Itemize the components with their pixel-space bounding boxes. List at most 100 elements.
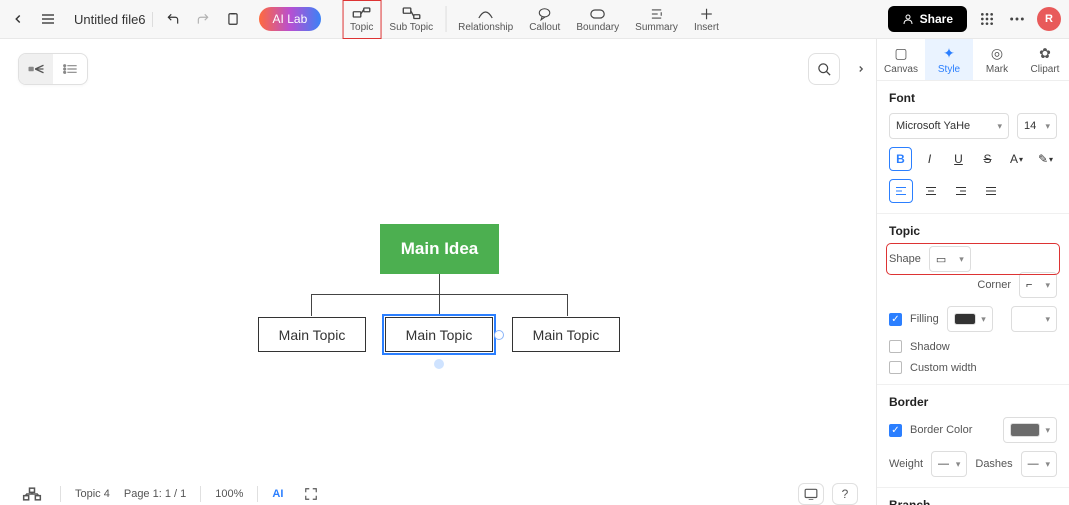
font-color-button[interactable]: A▾ [1005, 147, 1028, 171]
add-child-handle-icon[interactable] [434, 359, 444, 369]
bold-button[interactable]: B [889, 147, 912, 171]
top-toolbar: Untitled file6 AI Lab Topic Sub Topic Re… [0, 0, 1069, 39]
style-icon: ✦ [943, 45, 955, 62]
chevron-down-icon: ▾ [1045, 280, 1050, 291]
strike-button[interactable]: S [976, 147, 999, 171]
menu-icon[interactable] [38, 9, 58, 29]
apps-grid-icon[interactable] [977, 9, 997, 29]
font-family-value: Microsoft YaHe [896, 120, 970, 132]
topbar-right: Share R [888, 6, 1061, 32]
separator [445, 6, 446, 32]
status-bar-right: ? [798, 483, 858, 505]
custom-width-label: Custom width [910, 362, 977, 374]
redo-icon[interactable] [193, 9, 213, 29]
chevron-down-icon: ▾ [997, 121, 1002, 132]
more-icon[interactable] [1007, 9, 1027, 29]
topic-label: Main Topic [406, 327, 473, 343]
tab-label: Canvas [884, 64, 918, 75]
filling-style-dropdown[interactable]: ▾ [1011, 306, 1057, 332]
status-bar: Topic 4 Page 1: 1 / 1 100% AI [18, 483, 858, 505]
canvas-area[interactable]: Main Idea Main Topic Main Topic Main Top… [0, 39, 876, 505]
tool-insert[interactable]: Insert [686, 0, 727, 39]
present-icon[interactable] [798, 483, 824, 505]
topic-icon [353, 6, 371, 22]
tab-clipart[interactable]: ✿Clipart [1021, 39, 1069, 80]
ai-lab-button[interactable]: AI Lab [259, 7, 322, 31]
filling-label: Filling [910, 313, 939, 325]
tool-summary[interactable]: Summary [627, 0, 686, 39]
right-panel: ▢ Canvas ✦Style ◎ Mark ✿Clipart Font Micro… [876, 39, 1069, 505]
structure-icon[interactable] [18, 484, 46, 504]
file-title[interactable]: Untitled file6 [68, 12, 153, 27]
weight-label: Weight [889, 458, 923, 470]
topbar-left: Untitled file6 AI Lab [8, 7, 321, 31]
chevron-down-icon: ▾ [1045, 425, 1050, 436]
shadow-checkbox[interactable] [889, 340, 902, 353]
paste-icon[interactable] [223, 9, 243, 29]
dashes-dropdown[interactable]: —▾ [1021, 451, 1057, 477]
topic-node-selected[interactable]: Main Topic [385, 317, 493, 352]
shadow-label: Shadow [910, 341, 950, 353]
highlight-button[interactable]: ✎▾ [1034, 147, 1057, 171]
tool-label: Callout [529, 22, 560, 33]
topbar-tools: Topic Sub Topic Relationship Callout Bou… [342, 0, 727, 39]
main-idea-node[interactable]: Main Idea [380, 224, 499, 274]
chevron-down-icon: ▾ [1045, 121, 1050, 132]
font-family-dropdown[interactable]: Microsoft YaHe ▾ [889, 113, 1009, 139]
align-justify-button[interactable] [979, 179, 1003, 203]
chevron-down-icon: ▾ [1045, 459, 1050, 470]
topic-node[interactable]: Main Topic [512, 317, 620, 352]
chevron-down-icon: ▾ [956, 459, 961, 470]
filling-color-dropdown[interactable]: ▾ [947, 306, 993, 332]
color-swatch [1010, 423, 1040, 437]
rect-shape-icon: ▭ [936, 253, 946, 266]
back-icon[interactable] [8, 9, 28, 29]
corner-dropdown[interactable]: ⌐▾ [1019, 272, 1057, 298]
tab-style[interactable]: ✦Style [925, 39, 973, 80]
ai-button[interactable]: AI [272, 488, 283, 500]
undo-icon[interactable] [163, 9, 183, 29]
fullscreen-icon[interactable] [297, 484, 325, 504]
custom-width-checkbox[interactable] [889, 361, 902, 374]
share-button[interactable]: Share [888, 6, 967, 32]
underline-button[interactable]: U [947, 147, 970, 171]
topic-node[interactable]: Main Topic [258, 317, 366, 352]
border-color-checkbox[interactable]: ✓ [889, 424, 902, 437]
tool-subtopic[interactable]: Sub Topic [381, 0, 441, 39]
avatar[interactable]: R [1037, 7, 1061, 31]
canvas-icon: ▢ [894, 45, 907, 62]
resize-handle-icon[interactable] [494, 330, 504, 340]
separator [60, 486, 61, 502]
border-color-dropdown[interactable]: ▾ [1003, 417, 1057, 443]
align-center-button[interactable] [919, 179, 943, 203]
page-indicator: Page 1: 1 / 1 [124, 488, 186, 500]
font-size-dropdown[interactable]: 14▾ [1017, 113, 1057, 139]
tool-relationship[interactable]: Relationship [450, 0, 521, 39]
mark-icon: ◎ [991, 45, 1003, 62]
filling-checkbox[interactable]: ✓ [889, 313, 902, 326]
align-left-button[interactable] [889, 179, 913, 203]
zoom-level[interactable]: 100% [215, 488, 243, 500]
line-weight-icon: — [938, 458, 949, 470]
tool-boundary[interactable]: Boundary [568, 0, 627, 39]
tab-canvas[interactable]: ▢ Canvas [877, 39, 925, 80]
section-title: Branch [889, 498, 1057, 505]
border-color-label: Border Color [910, 424, 972, 436]
italic-button[interactable]: I [918, 147, 941, 171]
tool-topic[interactable]: Topic [342, 0, 381, 39]
align-right-button[interactable] [949, 179, 973, 203]
clipart-icon: ✿ [1039, 45, 1051, 62]
tab-mark[interactable]: ◎ Mark [973, 39, 1021, 80]
tab-label: Mark [986, 64, 1008, 75]
person-icon [902, 13, 914, 25]
chevron-down-icon: ▾ [1045, 314, 1050, 325]
help-icon[interactable]: ? [832, 483, 858, 505]
section-title: Font [889, 91, 1057, 105]
tool-callout[interactable]: Callout [521, 0, 568, 39]
color-swatch [954, 313, 976, 325]
weight-dropdown[interactable]: —▾ [931, 451, 967, 477]
shape-label: Shape [889, 253, 921, 265]
tool-label: Boundary [576, 22, 619, 33]
tool-label: Relationship [458, 22, 513, 33]
shape-dropdown[interactable]: ▭▾ [929, 246, 971, 272]
